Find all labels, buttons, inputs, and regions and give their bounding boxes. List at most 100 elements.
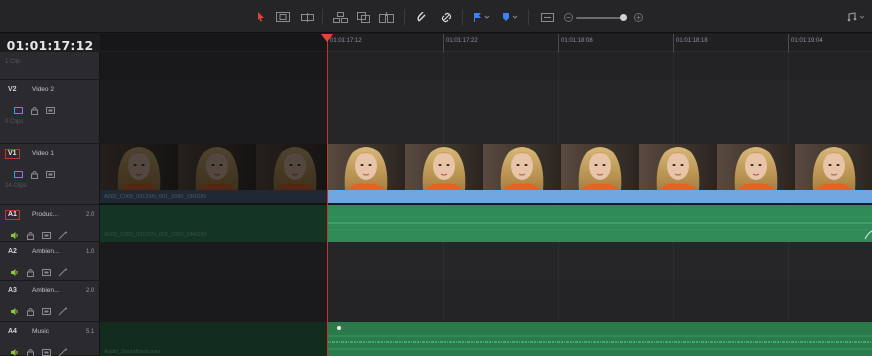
speaker-icon[interactable] bbox=[10, 227, 19, 239]
blade-icon[interactable] bbox=[300, 9, 314, 25]
track-id: A1 bbox=[5, 210, 20, 220]
speaker-icon[interactable] bbox=[10, 264, 19, 276]
zoom-slider-handle[interactable] bbox=[620, 14, 627, 21]
audio-clip-name: A002_C009_0912XN_001_1080_ORIGIN bbox=[104, 232, 207, 238]
zoom-slider-track[interactable] bbox=[576, 17, 624, 19]
track-controls bbox=[10, 264, 67, 277]
audio-icon[interactable] bbox=[846, 9, 868, 25]
zoom-in-icon[interactable] bbox=[633, 9, 643, 25]
timeline-ruler[interactable]: 01:01:17:12 01:01:17:22 01:01:18:08 01:0… bbox=[100, 34, 872, 52]
track-id: V2 bbox=[8, 86, 17, 93]
video-clip-name: A002_C009_0912XN_001_1080_ORIGIN bbox=[104, 194, 207, 200]
ruler-tick bbox=[673, 34, 674, 52]
ruler-label: 01:01:18:08 bbox=[561, 38, 593, 44]
playhead-marker[interactable] bbox=[321, 34, 333, 42]
grid-line bbox=[558, 52, 559, 356]
ruler-tick bbox=[558, 34, 559, 52]
snap-icon[interactable] bbox=[416, 9, 428, 25]
automation-icon[interactable] bbox=[58, 344, 67, 356]
track-lane-a2 bbox=[100, 242, 872, 281]
automation-icon[interactable] bbox=[58, 303, 67, 316]
track-lane-a3 bbox=[100, 281, 872, 322]
track-header-a4[interactable]: A4 Music 5.1 bbox=[0, 322, 100, 356]
track-controls bbox=[10, 344, 67, 356]
toolbar-divider bbox=[404, 9, 405, 25]
lock-icon[interactable] bbox=[26, 303, 35, 316]
speaker-icon[interactable] bbox=[10, 303, 19, 315]
automation-icon[interactable] bbox=[58, 227, 67, 240]
track-controls bbox=[10, 227, 67, 240]
track-name[interactable]: Produc... bbox=[32, 211, 58, 219]
lock-icon[interactable] bbox=[30, 102, 39, 115]
overwrite-icon[interactable] bbox=[356, 9, 370, 25]
insert-icon[interactable] bbox=[332, 9, 348, 25]
track-controls bbox=[14, 166, 55, 179]
track-volume: 2.0 bbox=[86, 212, 95, 218]
video-clip-thumbnails bbox=[100, 144, 872, 190]
ruler-tick bbox=[443, 34, 444, 52]
track-volume: 1.0 bbox=[86, 249, 95, 255]
timecode-text: 01:01:17:12 bbox=[6, 37, 94, 53]
replace-icon[interactable] bbox=[378, 9, 394, 25]
enable-track-icon[interactable] bbox=[42, 264, 51, 276]
toolbar-divider bbox=[322, 9, 323, 25]
enable-track-icon[interactable] bbox=[42, 227, 51, 239]
track-header-a3[interactable]: A3 Ambien... 2.0 bbox=[0, 281, 100, 322]
track-header-a1[interactable]: A1 Produc... 2.0 bbox=[0, 205, 100, 242]
lock-icon[interactable] bbox=[30, 166, 39, 179]
select-arrow-icon[interactable] bbox=[256, 9, 266, 25]
track-clip-count: 1 Clip bbox=[5, 59, 21, 65]
link-icon[interactable] bbox=[440, 9, 452, 25]
speaker-icon[interactable] bbox=[10, 344, 19, 356]
track-header-v2[interactable]: V2 Video 2 0 Clips bbox=[0, 80, 100, 144]
ruler-label: 01:01:18:18 bbox=[676, 38, 708, 44]
marker-icon[interactable] bbox=[500, 9, 520, 25]
lock-icon[interactable] bbox=[26, 344, 35, 356]
track-id: V1 bbox=[5, 149, 20, 159]
track-controls bbox=[10, 303, 67, 316]
zoom-out-icon[interactable] bbox=[563, 9, 573, 25]
enable-track-icon[interactable] bbox=[42, 303, 51, 315]
grid-line bbox=[788, 52, 789, 356]
track-id: A4 bbox=[8, 328, 17, 335]
track-name[interactable]: Video 1 bbox=[32, 150, 54, 158]
enable-track-icon[interactable] bbox=[46, 166, 55, 178]
ruler-tick bbox=[788, 34, 789, 52]
grid-line bbox=[443, 52, 444, 356]
toolbar-divider bbox=[528, 9, 529, 25]
track-name[interactable]: Ambien... bbox=[32, 287, 59, 295]
track-id: A2 bbox=[8, 248, 17, 255]
grid-line bbox=[673, 52, 674, 356]
track-lane-top bbox=[100, 52, 872, 80]
auto-track-select-icon[interactable] bbox=[14, 102, 23, 114]
enable-track-icon[interactable] bbox=[46, 102, 55, 114]
zoom-full-icon[interactable] bbox=[540, 9, 554, 25]
enable-track-icon[interactable] bbox=[42, 344, 51, 356]
track-header-v1[interactable]: V1 Video 1 24 Clips bbox=[0, 144, 100, 205]
track-name[interactable]: Video 2 bbox=[32, 86, 54, 94]
track-id: A3 bbox=[8, 287, 17, 294]
flag-icon[interactable] bbox=[472, 9, 492, 25]
ruler-label: 01:01:17:12 bbox=[330, 38, 362, 44]
track-volume: 2.0 bbox=[86, 288, 95, 294]
track-clip-count: 24 Clips bbox=[5, 183, 27, 189]
track-lane-v2 bbox=[100, 80, 872, 144]
track-header-a2[interactable]: A2 Ambien... 1.0 bbox=[0, 242, 100, 281]
track-controls bbox=[14, 102, 55, 115]
trim-icon[interactable] bbox=[275, 9, 291, 25]
ruler-label: 01:01:19:04 bbox=[791, 38, 823, 44]
track-header-top[interactable]: 1 Clip bbox=[0, 52, 100, 80]
track-name[interactable]: Ambien... bbox=[32, 248, 59, 256]
track-volume: 5.1 bbox=[86, 329, 95, 335]
timeline-toolbar bbox=[0, 0, 872, 33]
playhead-line[interactable] bbox=[327, 38, 328, 356]
audio-clip-name: Audio_Soundtrack.wav bbox=[104, 349, 161, 355]
automation-icon[interactable] bbox=[58, 264, 67, 277]
lock-icon[interactable] bbox=[26, 227, 35, 240]
toolbar-divider bbox=[462, 9, 463, 25]
ruler-label: 01:01:17:22 bbox=[446, 38, 478, 44]
auto-track-select-icon[interactable] bbox=[14, 166, 23, 178]
track-name[interactable]: Music bbox=[32, 328, 49, 336]
lock-icon[interactable] bbox=[26, 264, 35, 277]
track-clip-count: 0 Clips bbox=[5, 119, 24, 125]
